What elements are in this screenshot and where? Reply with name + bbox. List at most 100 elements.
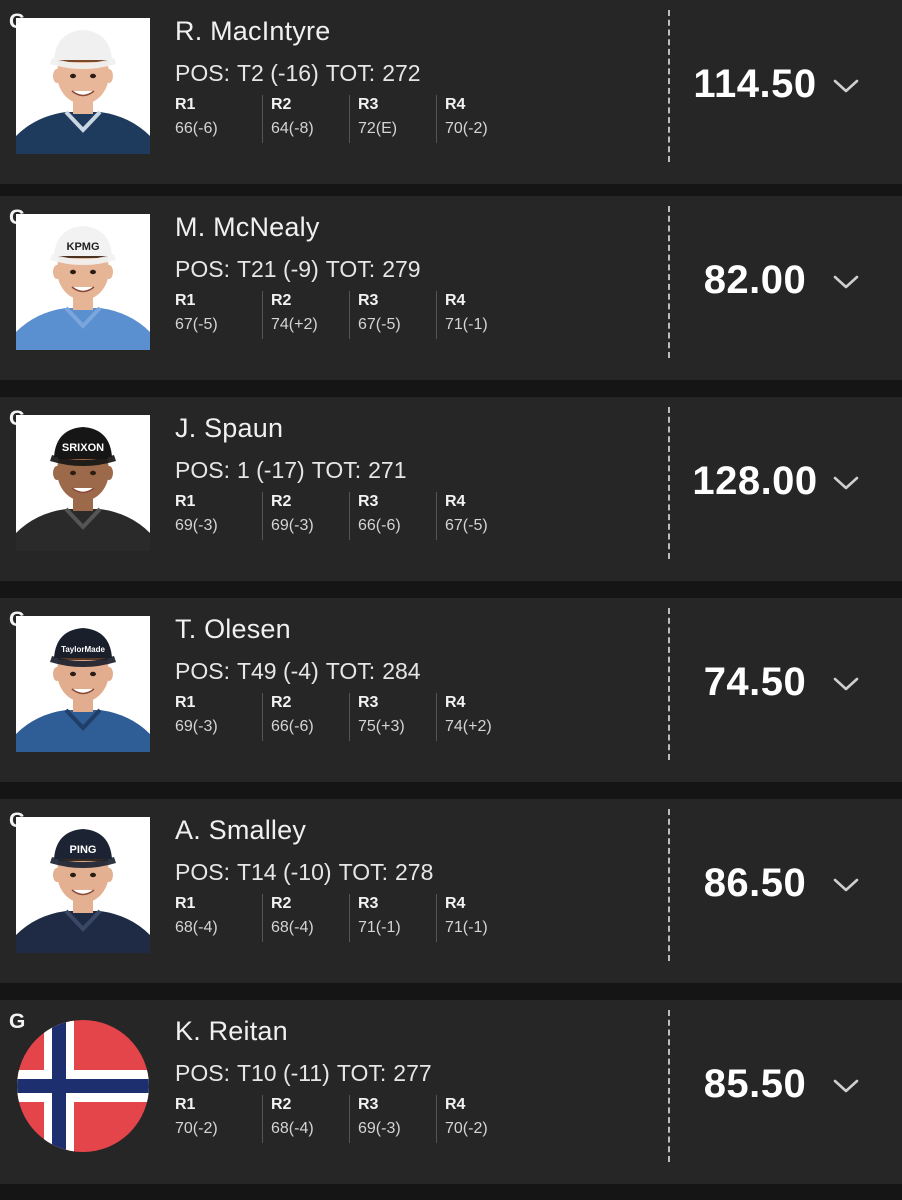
round-scores: R1 70(-2) R2 68(-4) R3 69(-3) R4 70(-2) — [175, 1095, 523, 1143]
player-summary: POS: T49 (-4) TOT: 284 — [175, 658, 421, 685]
round-scores: R1 66(-6) R2 64(-8) R3 72(E) R4 70(-2) — [175, 95, 523, 143]
round-label: R3 — [358, 895, 379, 912]
round-score: 72(E) — [358, 120, 398, 137]
chevron-down-icon[interactable] — [832, 76, 860, 96]
fantasy-points: 85.50 — [703, 1062, 807, 1106]
round-cell: R4 71(-1) — [436, 291, 523, 339]
round-label: R4 — [445, 1096, 466, 1113]
chevron-down-icon[interactable] — [832, 674, 860, 694]
player-card[interactable]: G TaylorMade T. OlesenPOS:T49 (-4)TOT:28… — [0, 598, 902, 782]
round-score: 69(-3) — [358, 1120, 401, 1137]
player-name[interactable]: T. Olesen — [175, 614, 291, 645]
round-score: 68(-4) — [271, 1120, 314, 1137]
round-score: 71(-1) — [445, 316, 488, 333]
fantasy-points: 114.50 — [693, 62, 817, 106]
tot-value: 277 — [393, 1060, 432, 1086]
fantasy-points: 86.50 — [703, 861, 807, 905]
svg-text:PING: PING — [70, 844, 97, 856]
round-cell: R4 71(-1) — [436, 894, 523, 942]
round-cell: R4 67(-5) — [436, 492, 523, 540]
player-name[interactable]: A. Smalley — [175, 815, 306, 846]
player-card[interactable]: G K. Reitan POS: T10 (-11) TOT: 277 R1 70(-2) R… — [0, 1000, 902, 1184]
chevron-down-icon[interactable] — [832, 272, 860, 292]
fantasy-points: 82.00 — [703, 258, 807, 302]
player-card[interactable]: G R. MacIntyrePOS:T2 (-16)TOT:272R166(-6… — [0, 0, 902, 184]
player-summary: POS: T21 (-9) TOT: 279 — [175, 256, 421, 283]
round-label: R3 — [358, 96, 379, 113]
pos-label: POS: — [175, 60, 230, 86]
round-label: R3 — [358, 1096, 379, 1113]
round-cell: R1 67(-5) — [175, 291, 262, 339]
round-label: R1 — [175, 1096, 196, 1113]
chevron-down-icon[interactable] — [832, 1076, 860, 1096]
round-score: 70(-2) — [175, 1120, 218, 1137]
round-scores: R1 68(-4) R2 68(-4) R3 71(-1) R4 71(-1) — [175, 894, 523, 942]
pos-value: T21 (-9) — [236, 256, 319, 282]
round-label: R4 — [445, 694, 466, 711]
round-score: 74(+2) — [271, 316, 318, 333]
round-score: 67(-5) — [358, 316, 401, 333]
round-score: 66(-6) — [358, 517, 401, 534]
round-cell: R3 72(E) — [349, 95, 436, 143]
round-label: R1 — [175, 493, 196, 510]
round-cell: R4 70(-2) — [436, 95, 523, 143]
tot-label: TOT: — [325, 60, 376, 86]
round-label: R2 — [271, 1096, 292, 1113]
round-score: 66(-6) — [271, 718, 314, 735]
round-cell: R1 70(-2) — [175, 1095, 262, 1143]
chevron-down-icon[interactable] — [832, 875, 860, 895]
round-scores: R1 69(-3) R2 66(-6) R3 75(+3) R4 74(+2) — [175, 693, 523, 741]
round-label: R2 — [271, 292, 292, 309]
round-label: R3 — [358, 292, 379, 309]
tot-value: 278 — [394, 859, 434, 885]
pos-label: POS: — [175, 859, 230, 885]
round-label: R4 — [445, 493, 466, 510]
round-label: R2 — [271, 493, 292, 510]
round-cell: R1 68(-4) — [175, 894, 262, 942]
dashed-divider — [668, 608, 670, 760]
round-label: R1 — [175, 895, 196, 912]
round-label: R2 — [271, 96, 292, 113]
tot-label: TOT: — [338, 859, 388, 885]
tot-label: TOT: — [325, 256, 376, 282]
round-cell: R2 68(-4) — [262, 1095, 349, 1143]
svg-text:TaylorMade: TaylorMade — [61, 645, 105, 654]
player-summary: POS: 1 (-17) TOT: 271 — [175, 457, 407, 484]
dashed-divider — [668, 206, 670, 358]
round-cell: R2 74(+2) — [262, 291, 349, 339]
round-label: R4 — [445, 96, 466, 113]
dashed-divider — [668, 809, 670, 961]
country-flag-icon — [16, 1018, 150, 1154]
round-label: R1 — [175, 292, 196, 309]
round-cell: R2 64(-8) — [262, 95, 349, 143]
round-label: R3 — [358, 493, 379, 510]
round-score: 75(+3) — [358, 718, 405, 735]
player-name[interactable]: M. McNealy — [175, 212, 320, 243]
dashed-divider — [668, 10, 670, 162]
player-card[interactable]: G KPMG M. McNealyPOS:T21 (-9)TOT:279R167… — [0, 196, 902, 380]
round-score: 68(-4) — [271, 919, 314, 936]
tot-label: TOT: — [325, 658, 376, 684]
round-score: 66(-6) — [175, 120, 218, 137]
round-score: 74(+2) — [445, 718, 492, 735]
round-label: R4 — [445, 895, 466, 912]
pos-value: 1 (-17) — [236, 457, 305, 483]
round-cell: R3 66(-6) — [349, 492, 436, 540]
player-summary: POS: T10 (-11) TOT: 277 — [175, 1060, 432, 1087]
player-headshot: TaylorMade — [16, 616, 150, 752]
round-label: R2 — [271, 694, 292, 711]
round-label: R2 — [271, 895, 292, 912]
round-score: 67(-5) — [445, 517, 488, 534]
player-name[interactable]: J. Spaun — [175, 413, 283, 444]
round-cell: R3 67(-5) — [349, 291, 436, 339]
player-name[interactable]: R. MacIntyre — [175, 16, 330, 47]
round-score: 69(-3) — [175, 517, 218, 534]
svg-text:SRIXON: SRIXON — [62, 442, 104, 454]
chevron-down-icon[interactable] — [832, 473, 860, 493]
round-score: 68(-4) — [175, 919, 218, 936]
player-name[interactable]: K. Reitan — [175, 1016, 288, 1047]
player-card[interactable]: G SRIXON J. SpaunPOS:1 (-17)TOT:271R169(… — [0, 397, 902, 581]
player-card[interactable]: G PING A. SmalleyPOS:T14 (-10)TOT:278R16… — [0, 799, 902, 983]
player-headshot: KPMG — [16, 214, 150, 350]
round-cell: R1 66(-6) — [175, 95, 262, 143]
